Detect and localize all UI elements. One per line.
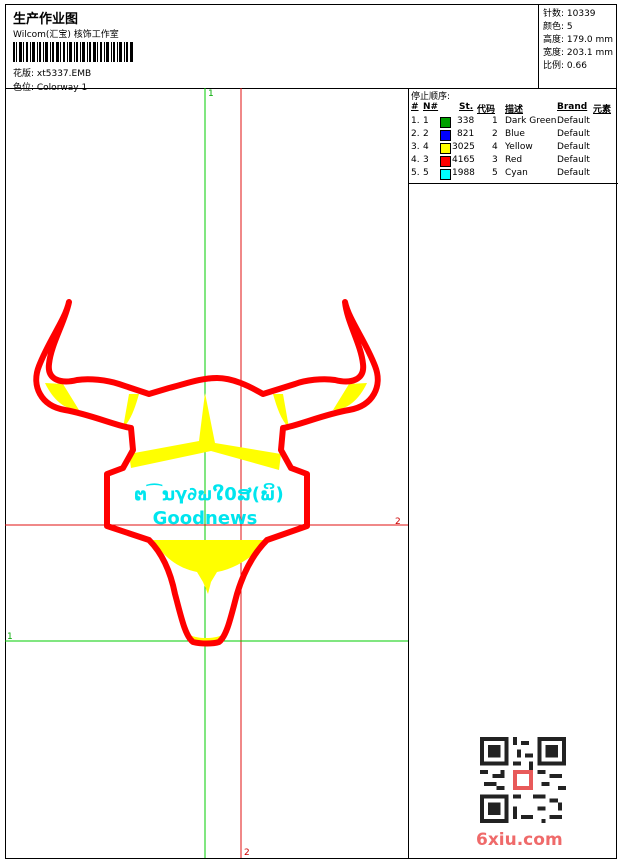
- header: 生产作业图 Wilcom(汇宝) 核饰工作室 花版: xt5337.EMB 色位…: [5, 4, 617, 93]
- color-swatch: [440, 130, 451, 141]
- col-head-element: 元素: [593, 105, 612, 115]
- design-canvas: ຕ⁀ນγ∂ພໃ0ສ(ພິ) Goodnews 1 1 2 2: [5, 88, 409, 858]
- col-head-code: 代码: [477, 105, 496, 115]
- table-row: 2. 2 821 2 Blue Default: [411, 129, 590, 141]
- stop-sequence-label: 停止顺序:: [411, 92, 451, 102]
- bull-outline: [33, 299, 381, 647]
- col-head-description: 描述: [505, 105, 524, 115]
- design-width: 宽度: 203.1 mm: [543, 48, 614, 58]
- goodnews-text: Goodnews: [153, 508, 258, 529]
- watermark-site: 6xiu.com: [476, 830, 563, 850]
- col-head-brand: Brand: [557, 102, 588, 112]
- color-swatch: [440, 117, 451, 128]
- guide-label-h2: 2: [395, 517, 401, 527]
- page-title: 生产作业图: [13, 12, 79, 27]
- qr-code-icon: [480, 737, 566, 823]
- design-file: 花版: xt5337.EMB: [13, 69, 92, 79]
- col-head-stitches: St.: [459, 102, 474, 112]
- table-row: 4. 3 4165 3 Red Default: [411, 155, 590, 167]
- studio-name: Wilcom(汇宝) 核饰工作室: [13, 30, 119, 40]
- barcode: [13, 42, 133, 62]
- color-count: 颜色: 5: [543, 22, 573, 32]
- guide-label-h1: 1: [7, 632, 13, 642]
- stitch-count: 针数: 10339: [543, 9, 596, 19]
- table-row: 5. 5 1988 5 Cyan Default: [411, 168, 590, 180]
- color-swatch: [440, 156, 451, 167]
- stats-box: 针数: 10339 颜色: 5 高度: 179.0 mm 宽度: 203.1 m…: [538, 4, 617, 89]
- col-head-needle: N#: [423, 102, 439, 112]
- color-swatch: [440, 169, 451, 180]
- table-row: 3. 4 3025 4 Yellow Default: [411, 142, 590, 154]
- decorative-script-text: ຕ⁀ນγ∂ພໃ0ສ(ພິ): [134, 483, 284, 505]
- color-swatch: [440, 143, 451, 154]
- guide-label-v1: 1: [208, 89, 214, 99]
- col-head-num: #: [411, 102, 419, 112]
- guide-label-v2: 2: [244, 848, 250, 858]
- design-height: 高度: 179.0 mm: [543, 35, 614, 45]
- table-divider: [409, 183, 618, 184]
- design-scale: 比例: 0.66: [543, 61, 587, 71]
- table-row: 1. 1 338 1 Dark Green Default: [411, 116, 590, 128]
